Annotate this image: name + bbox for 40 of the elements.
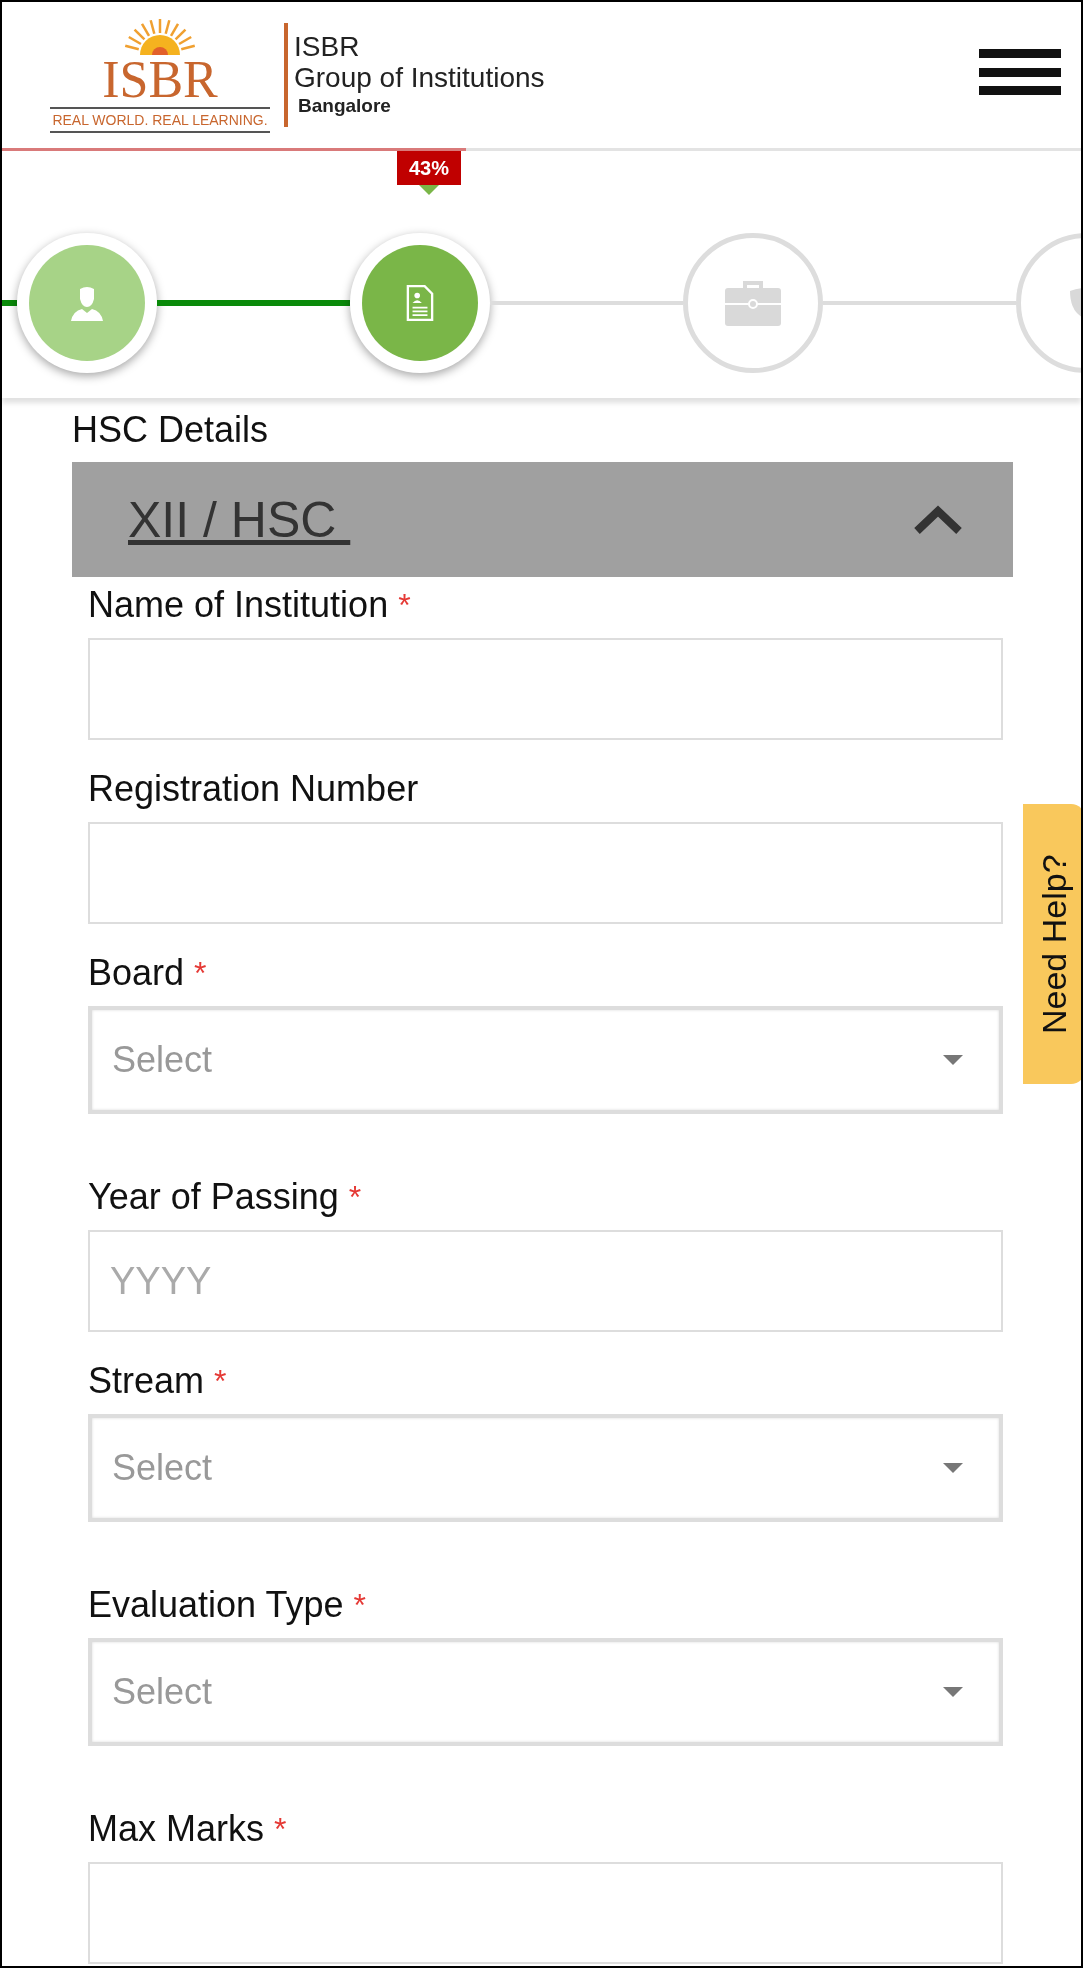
- field-label: Max Marks: [88, 1808, 264, 1850]
- caret-icon: [943, 1055, 963, 1065]
- progress-badge: 43%: [397, 151, 461, 185]
- input-field[interactable]: YYYY: [88, 1230, 1003, 1332]
- step-circle[interactable]: [350, 233, 490, 373]
- input-field[interactable]: [88, 1862, 1003, 1964]
- caret-icon: [943, 1687, 963, 1697]
- chevron-icon: [913, 504, 963, 535]
- brand-name: ISBR: [294, 31, 361, 62]
- field-label: Registration Number: [88, 768, 419, 810]
- step-circle[interactable]: [17, 233, 157, 373]
- field-label: Evaluation Type: [88, 1584, 344, 1626]
- briefcase-icon: [723, 278, 783, 328]
- brand-subtitle: Group of Institutions: [294, 62, 545, 93]
- field-label: Year of Passing: [88, 1176, 339, 1218]
- input-field[interactable]: [88, 822, 1003, 924]
- required-mark: *: [353, 1586, 366, 1624]
- need-help-tab[interactable]: Need Help?: [1023, 804, 1081, 1084]
- section-title: HSC Details: [72, 408, 270, 452]
- select-field[interactable]: Select: [88, 1414, 1003, 1522]
- accordion-title[interactable]: XII / HSC: [128, 490, 351, 549]
- required-mark: *: [274, 1810, 287, 1848]
- field-label: Board: [88, 952, 185, 994]
- required-mark: *: [348, 1178, 362, 1216]
- field-label: Name of Institution: [88, 584, 389, 626]
- caret-icon: [943, 1463, 963, 1473]
- required-mark: *: [194, 954, 207, 992]
- logo-wordmark: ISBR: [102, 57, 218, 103]
- required-mark: *: [398, 586, 411, 624]
- pointer-arrow-icon: [419, 185, 439, 195]
- select-field[interactable]: Select: [88, 1006, 1003, 1114]
- input-field[interactable]: [88, 638, 1003, 740]
- accordion-header[interactable]: XII / HSC: [72, 462, 1013, 577]
- document-icon: [406, 284, 434, 322]
- select-field[interactable]: Select: [88, 1638, 1003, 1746]
- brand-city: Bangalore: [298, 94, 392, 118]
- menu-icon[interactable]: [979, 49, 1061, 95]
- required-mark: *: [214, 1362, 227, 1400]
- field-label: Stream: [88, 1360, 205, 1402]
- logo-tagline: REAL WORLD. REAL LEARNING.: [50, 107, 270, 133]
